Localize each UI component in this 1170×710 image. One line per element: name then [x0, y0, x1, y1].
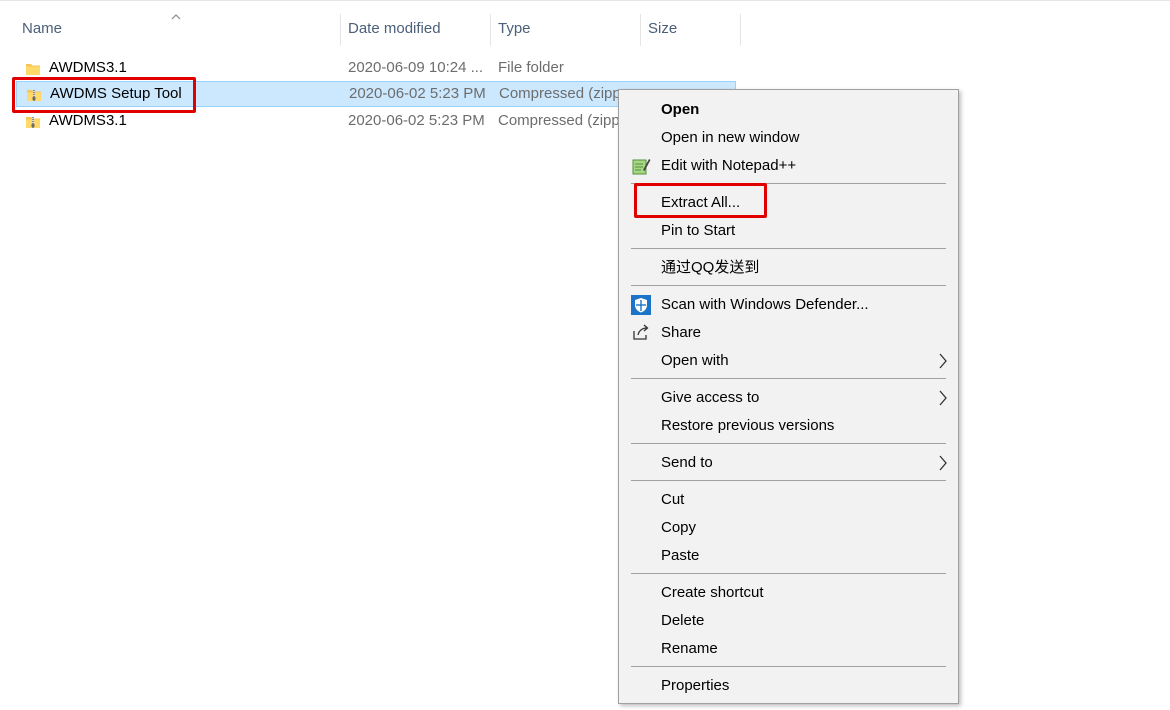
- menu-item-delete[interactable]: Delete: [661, 607, 704, 635]
- menu-item-properties[interactable]: Properties: [661, 672, 729, 700]
- chevron-right-icon: [937, 352, 949, 370]
- column-divider[interactable]: [640, 14, 641, 46]
- red-highlight-box: [12, 77, 196, 113]
- zip-folder-icon: [25, 113, 41, 129]
- column-date-modified[interactable]: Date modified: [348, 14, 441, 46]
- menu-item-send-qq[interactable]: 通过QQ发送到: [661, 254, 759, 282]
- file-date: 2020-06-02 5:23 PM: [349, 85, 486, 102]
- red-highlight-box: [634, 183, 767, 218]
- menu-separator: [631, 378, 946, 379]
- menu-item-scan-defender[interactable]: Scan with Windows Defender...: [661, 291, 869, 319]
- column-divider[interactable]: [340, 14, 341, 46]
- notepad-plus-plus-icon: [631, 156, 651, 176]
- top-rule: [0, 0, 1170, 1]
- chevron-up-icon: [171, 10, 181, 24]
- column-size[interactable]: Size: [648, 14, 677, 46]
- column-divider[interactable]: [490, 14, 491, 46]
- menu-separator: [631, 573, 946, 574]
- menu-item-restore-versions[interactable]: Restore previous versions: [661, 412, 834, 440]
- column-header: Name Date modified Type Size: [0, 14, 1170, 46]
- menu-separator: [631, 285, 946, 286]
- file-type: Compressed (zipp: [499, 85, 619, 102]
- menu-separator: [631, 666, 946, 667]
- menu-item-rename[interactable]: Rename: [661, 635, 718, 663]
- folder-icon: [25, 60, 41, 76]
- windows-defender-shield-icon: [631, 295, 651, 315]
- column-type[interactable]: Type: [498, 14, 531, 46]
- menu-separator: [631, 480, 946, 481]
- column-name[interactable]: Name: [22, 14, 62, 46]
- menu-item-paste[interactable]: Paste: [661, 542, 699, 570]
- menu-item-share[interactable]: Share: [661, 319, 701, 347]
- menu-item-copy[interactable]: Copy: [661, 514, 696, 542]
- menu-item-open-new-window[interactable]: Open in new window: [661, 124, 799, 152]
- menu-item-edit-notepad[interactable]: Edit with Notepad++: [661, 152, 796, 180]
- menu-item-open[interactable]: Open: [661, 96, 699, 124]
- file-type: File folder: [498, 59, 564, 76]
- menu-item-give-access[interactable]: Give access to: [661, 384, 759, 412]
- file-date: 2020-06-02 5:23 PM: [348, 112, 485, 129]
- menu-item-create-shortcut[interactable]: Create shortcut: [661, 579, 764, 607]
- menu-item-pin-to-start[interactable]: Pin to Start: [661, 217, 735, 245]
- menu-separator: [631, 443, 946, 444]
- chevron-right-icon: [937, 389, 949, 407]
- menu-item-open-with[interactable]: Open with: [661, 347, 729, 375]
- file-date: 2020-06-09 10:24 ...: [348, 59, 484, 76]
- column-divider[interactable]: [740, 14, 741, 46]
- chevron-right-icon: [937, 454, 949, 472]
- menu-item-send-to[interactable]: Send to: [661, 449, 713, 477]
- menu-separator: [631, 248, 946, 249]
- file-type: Compressed (zipp: [498, 112, 618, 129]
- menu-item-cut[interactable]: Cut: [661, 486, 684, 514]
- share-icon: [631, 323, 651, 343]
- context-menu: Open Open in new window Edit with Notepa…: [618, 89, 959, 704]
